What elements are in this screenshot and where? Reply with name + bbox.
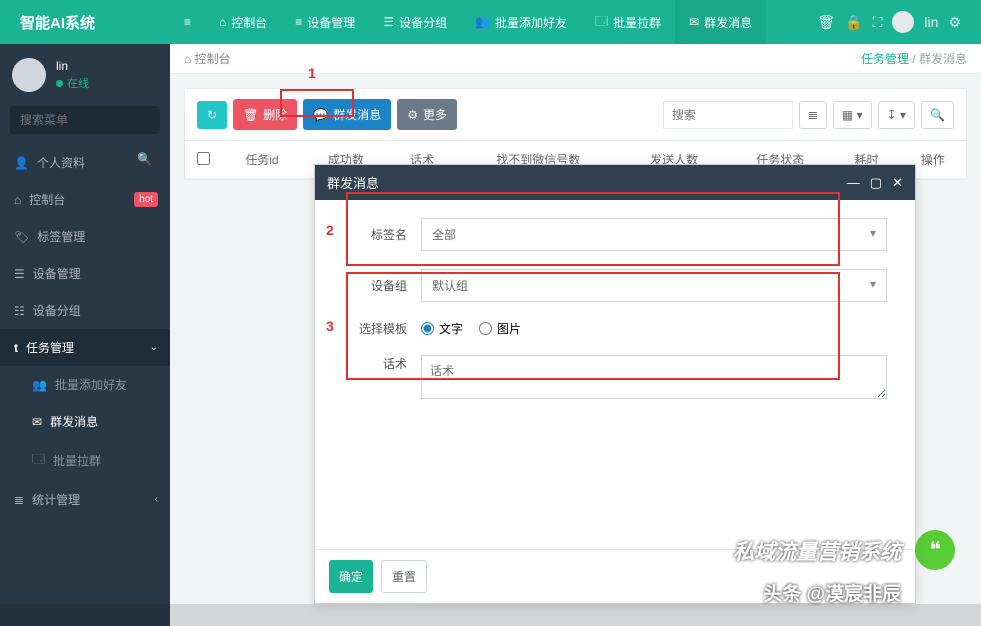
- hot-badge: hot: [134, 192, 158, 207]
- chat-icon: 💬: [313, 108, 328, 122]
- script-input[interactable]: [421, 355, 887, 399]
- lock-icon[interactable]: 🔒: [845, 14, 862, 31]
- sidebar-item-stats[interactable]: ≣统计管理‹: [0, 481, 170, 518]
- user-icon: 👤: [14, 156, 29, 170]
- delete-button[interactable]: 🗑删除: [233, 99, 297, 130]
- sidebar-user-status: 在线: [56, 75, 89, 91]
- search-button[interactable]: 🔍: [921, 101, 954, 129]
- chart-icon: ≣: [14, 493, 24, 507]
- refresh-button[interactable]: ↻: [197, 101, 227, 129]
- label-group: 设备组: [343, 277, 407, 294]
- settings-icon[interactable]: ⚙: [948, 14, 961, 31]
- grid-icon: ☷: [14, 304, 25, 318]
- anno-label-2: 2: [326, 222, 334, 238]
- anno-label-3: 3: [326, 318, 334, 334]
- modal-title: 群发消息: [327, 173, 379, 192]
- topnav-console[interactable]: ⌂控制台: [205, 0, 281, 44]
- users-icon: 👥: [475, 15, 490, 29]
- modal-close-icon[interactable]: ✕: [892, 175, 903, 191]
- sidebar-item-device-group[interactable]: ☷设备分组: [0, 292, 170, 329]
- sidebar-search-input[interactable]: [10, 106, 160, 134]
- mail-small-icon: ✉: [32, 415, 42, 429]
- gear-icon: ⚙: [407, 108, 418, 122]
- topnav-device[interactable]: ≡设备管理: [281, 0, 369, 44]
- trash-icon[interactable]: 🗑: [817, 14, 835, 31]
- topnav-hamburger[interactable]: ≡: [170, 0, 205, 44]
- top-user-name[interactable]: lin: [924, 14, 938, 30]
- refresh-icon: ↻: [207, 108, 217, 122]
- view-list-button[interactable]: ≣: [799, 101, 827, 129]
- chevron-left-icon: ‹: [155, 494, 158, 505]
- users-small-icon: 👥: [32, 378, 47, 392]
- label-template: 选择模板: [343, 320, 407, 337]
- select-tag[interactable]: 全部: [421, 218, 887, 251]
- select-group[interactable]: 默认组: [421, 269, 887, 302]
- modal-min-icon[interactable]: —: [847, 175, 860, 191]
- bulk-send-button[interactable]: 💬群发消息: [303, 99, 391, 130]
- dashboard-icon: ⌂: [14, 193, 21, 207]
- sidebar-item-profile[interactable]: 👤个人资料: [0, 144, 170, 181]
- more-button[interactable]: ⚙更多: [397, 99, 457, 130]
- window-small-icon: 🗔: [32, 450, 45, 471]
- topnav-pull-group[interactable]: 🗔批量拉群: [581, 0, 675, 44]
- brand-title: 智能AI系统: [0, 12, 170, 33]
- chevron-down-icon: ⌄: [150, 342, 158, 353]
- toolbar-search-input[interactable]: [663, 101, 793, 129]
- label-script: 话术: [343, 355, 407, 372]
- tag-icon: 🏷: [14, 230, 29, 244]
- list-icon: ≡: [295, 15, 302, 29]
- breadcrumb-right: 任务管理 / 群发消息: [861, 50, 967, 67]
- anno-label-1: 1: [308, 65, 316, 81]
- view-grid-button[interactable]: ▦ ▾: [833, 101, 872, 129]
- sidebar-sub-bulk-send[interactable]: ✉群发消息: [0, 403, 170, 440]
- select-all-checkbox[interactable]: [197, 152, 210, 165]
- avatar[interactable]: [892, 11, 914, 33]
- reset-button[interactable]: 重置: [381, 560, 427, 593]
- task-icon: t: [14, 341, 18, 355]
- grid-icon: ☰: [383, 15, 394, 29]
- label-tag: 标签名: [343, 226, 407, 243]
- col-task-id[interactable]: 任务id: [221, 141, 303, 179]
- wechat-watermark-icon: ❝: [915, 530, 955, 570]
- list-icon: ☰: [14, 267, 25, 281]
- topnav-device-group[interactable]: ☰设备分组: [369, 0, 461, 44]
- modal-max-icon[interactable]: ▢: [870, 175, 882, 191]
- sidebar-avatar: [12, 58, 46, 92]
- sidebar-user-name: lin: [56, 59, 89, 73]
- fullscreen-icon[interactable]: ⛶: [873, 14, 883, 31]
- trash-icon: 🗑: [243, 108, 258, 122]
- sidebar-sub-pull-group[interactable]: 🗔批量拉群: [0, 440, 170, 481]
- dashboard-icon: ⌂: [219, 15, 226, 29]
- watermark-text-2: 头条 @漠宸非辰: [763, 579, 901, 606]
- export-button[interactable]: ↧ ▾: [878, 101, 915, 129]
- breadcrumb-link[interactable]: 任务管理: [861, 52, 909, 66]
- sidebar-sub-add-friends[interactable]: 👥批量添加好友: [0, 366, 170, 403]
- sidebar-item-console[interactable]: ⌂控制台hot: [0, 181, 170, 218]
- mail-icon: ✉: [689, 15, 699, 29]
- breadcrumb-left: ⌂ 控制台: [184, 50, 231, 67]
- sidebar-item-device[interactable]: ☰设备管理: [0, 255, 170, 292]
- window-icon: 🗔: [595, 12, 608, 33]
- topnav-bulk-send[interactable]: ✉群发消息: [675, 0, 766, 44]
- home-icon: ⌂: [184, 52, 191, 66]
- ok-button[interactable]: 确定: [329, 560, 373, 593]
- radio-image[interactable]: 图片: [479, 320, 521, 337]
- bottom-shade: [0, 604, 981, 626]
- sidebar-item-tags[interactable]: 🏷标签管理: [0, 218, 170, 255]
- topnav-add-friends[interactable]: 👥批量添加好友: [461, 0, 581, 44]
- sidebar-item-task[interactable]: t任务管理⌄: [0, 329, 170, 366]
- watermark-text-1: 私域流量营销系统: [733, 536, 901, 566]
- radio-text[interactable]: 文字: [421, 320, 463, 337]
